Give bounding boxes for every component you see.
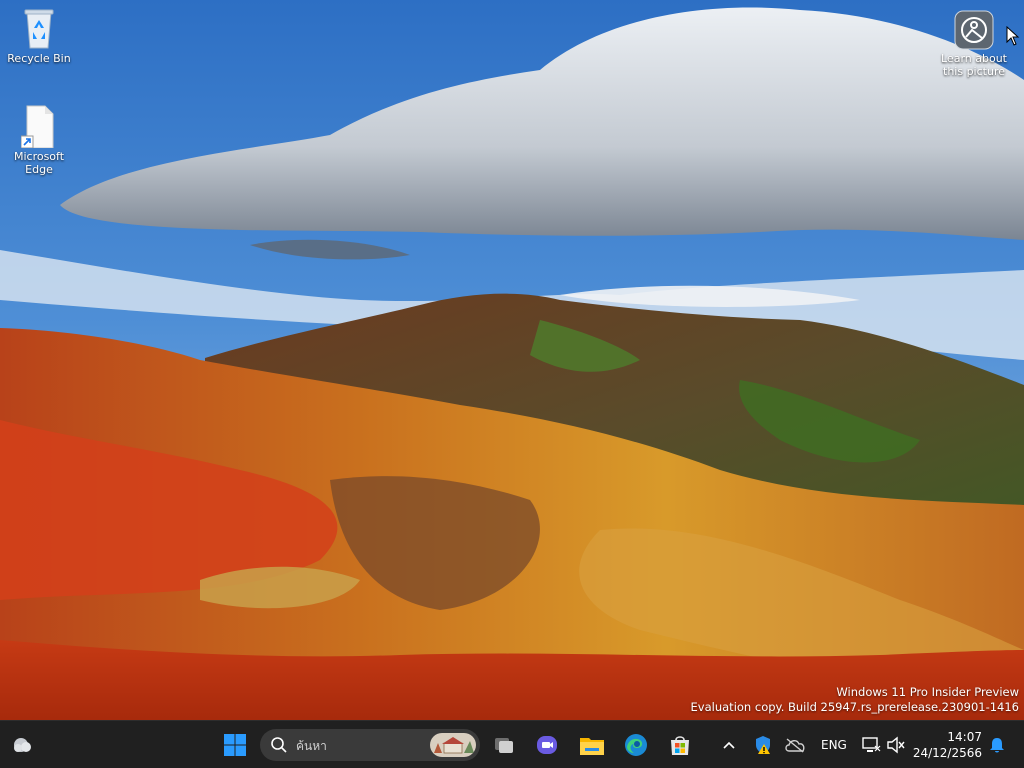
- desktop-icon-label: Learn about this picture: [941, 52, 1007, 78]
- edge-shortcut-icon: [20, 104, 57, 149]
- volume-tray-button[interactable]: [882, 729, 910, 761]
- file-explorer-button[interactable]: [576, 729, 608, 761]
- language-indicator[interactable]: ENG: [821, 738, 847, 752]
- onedrive-tray-button[interactable]: [780, 729, 810, 761]
- clock-time: 14:07: [947, 730, 982, 744]
- security-tray-button[interactable]: [748, 729, 778, 761]
- taskbar-clock[interactable]: 14:07 24/12/2566: [913, 729, 982, 761]
- start-icon: [224, 734, 246, 756]
- recycle-bin-icon: [21, 6, 57, 50]
- bell-icon: [990, 738, 1004, 753]
- search-icon: [271, 737, 287, 753]
- start-button[interactable]: [219, 729, 251, 761]
- watermark-line-2: Evaluation copy. Build 25947.rs_prerelea…: [690, 700, 1019, 714]
- file-explorer-icon: [580, 738, 604, 755]
- meet-icon: [537, 736, 557, 754]
- weather-cloud-icon: [14, 738, 31, 752]
- search-placeholder: ค้นหา: [296, 739, 327, 753]
- evaluation-watermark: Windows 11 Pro Insider Preview Evaluatio…: [691, 685, 1019, 715]
- shield-warning-icon: [756, 736, 770, 754]
- cloud-offline-icon: [785, 738, 805, 753]
- desktop-icon-recycle-bin[interactable]: Recycle Bin: [4, 6, 74, 65]
- task-view-icon: [495, 738, 513, 753]
- chevron-up-icon: [723, 741, 735, 749]
- wallpaper-landscape: [0, 0, 1024, 720]
- desktop-icon-learn-about-picture[interactable]: Learn about this picture: [932, 10, 1016, 78]
- spotlight-camera-icon: [954, 10, 994, 50]
- clock-date: 24/12/2566: [912, 746, 982, 760]
- watermark-line-1: Windows 11 Pro Insider Preview: [836, 685, 1019, 699]
- taskbar: ค้นหา ENG 14:07 24/12/2566: [0, 720, 1024, 768]
- network-icon: [862, 737, 881, 752]
- edge-button[interactable]: [620, 729, 652, 761]
- chat-button[interactable]: [531, 729, 563, 761]
- task-view-button[interactable]: [488, 729, 520, 761]
- store-icon: [671, 736, 689, 755]
- mouse-cursor-icon: [1006, 25, 1020, 50]
- volume-muted-icon: [887, 736, 905, 754]
- show-hidden-icons-button[interactable]: [714, 729, 744, 761]
- edge-icon: [625, 734, 647, 756]
- desktop-wallpaper: [0, 0, 1024, 720]
- store-button[interactable]: [664, 729, 696, 761]
- desktop-icon-label: Recycle Bin: [7, 52, 71, 65]
- widgets-button[interactable]: [6, 729, 38, 761]
- search-highlight-illustration: [430, 733, 476, 757]
- desktop-icon-label: Microsoft Edge: [13, 150, 65, 176]
- desktop-icon-microsoft-edge[interactable]: Microsoft Edge: [4, 104, 74, 176]
- notifications-button[interactable]: [984, 729, 1010, 761]
- taskbar-search-box[interactable]: ค้นหา: [260, 729, 480, 761]
